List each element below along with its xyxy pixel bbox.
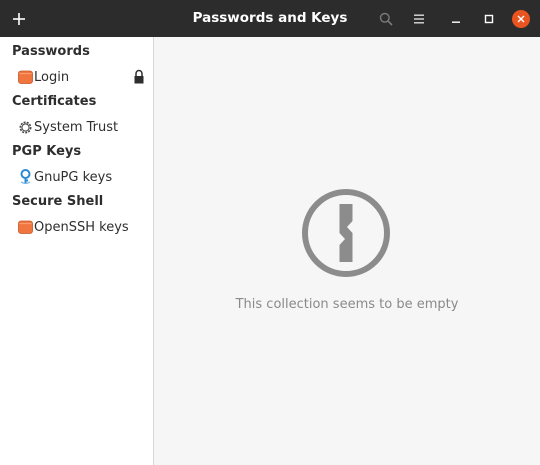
sidebar-item-label: OpenSSH keys	[34, 219, 129, 235]
sidebar: Passwords Login Certificates System Trus…	[0, 37, 154, 465]
folder-orange-icon	[17, 69, 33, 85]
header-bar: Passwords and Keys	[0, 0, 540, 37]
search-icon	[379, 12, 393, 26]
folder-orange-icon	[17, 219, 33, 235]
sidebar-item-openssh-keys[interactable]: OpenSSH keys	[0, 216, 153, 238]
section-title-passwords: Passwords	[12, 44, 90, 59]
menu-button[interactable]	[405, 0, 433, 37]
lock-icon	[133, 69, 145, 85]
sidebar-item-login[interactable]: Login	[0, 66, 153, 88]
section-title-pgp-keys: PGP Keys	[12, 144, 82, 159]
close-circle	[512, 9, 530, 28]
maximize-button[interactable]	[476, 0, 502, 37]
sidebar-item-label: System Trust	[34, 119, 119, 135]
sidebar-item-label: Login	[34, 69, 70, 85]
add-button[interactable]	[4, 0, 34, 37]
section-title-certificates: Certificates	[12, 94, 97, 109]
close-icon	[517, 15, 525, 22]
gear-certificate-icon	[17, 119, 33, 135]
search-button[interactable]	[372, 0, 400, 37]
keyhole-icon	[302, 189, 390, 277]
sidebar-item-system-trust[interactable]: System Trust	[0, 116, 153, 138]
gnupg-icon	[17, 169, 33, 185]
sidebar-item-gnupg-keys[interactable]: GnuPG keys	[0, 166, 153, 188]
section-title-secure-shell: Secure Shell	[12, 194, 104, 209]
hamburger-menu-icon	[414, 14, 424, 23]
window-title: Passwords and Keys	[192, 10, 348, 26]
window: Passwords and Keys Passwords Login Certi…	[0, 0, 540, 465]
minimize-button[interactable]	[443, 0, 469, 37]
maximize-icon	[484, 14, 494, 23]
minimize-icon	[452, 21, 460, 23]
close-button[interactable]	[509, 0, 533, 37]
sidebar-item-label: GnuPG keys	[34, 169, 113, 185]
empty-state-message: This collection seems to be empty	[235, 297, 459, 312]
main-content: This collection seems to be empty	[154, 37, 540, 465]
plus-icon	[13, 12, 25, 25]
